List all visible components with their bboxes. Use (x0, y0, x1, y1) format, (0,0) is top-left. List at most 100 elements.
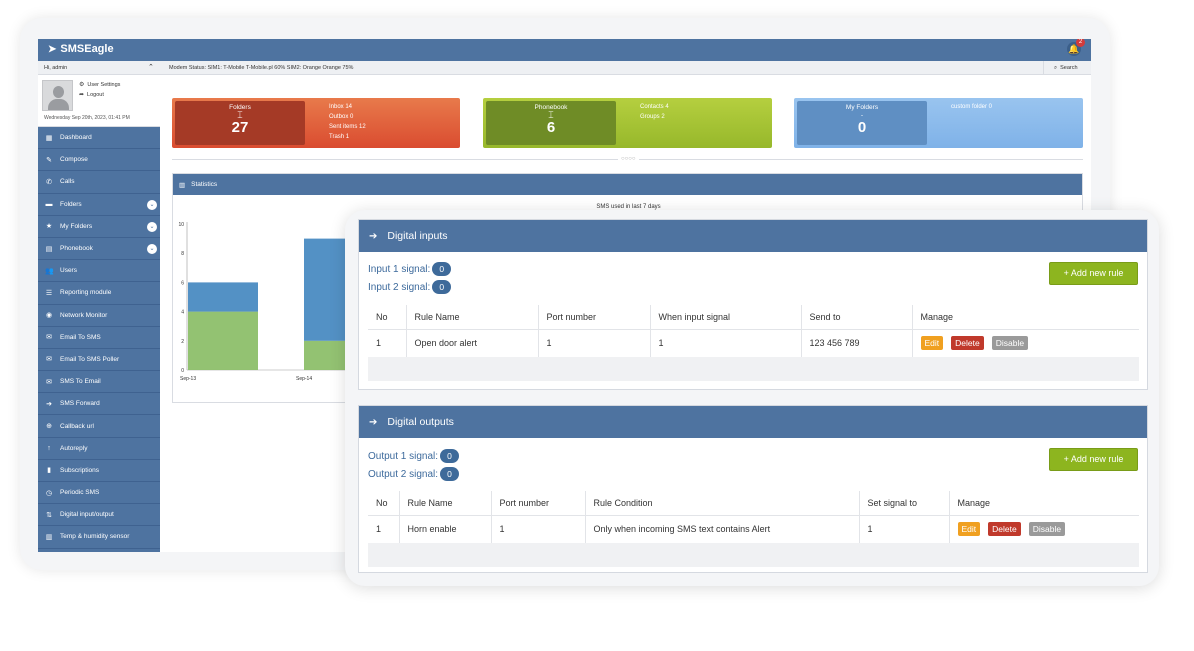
input-2-signal-label: Input 2 signal: (368, 281, 431, 293)
brand-logo[interactable]: ➤ SMSEagle (48, 43, 114, 55)
chevron-down-icon[interactable]: ⌄ (147, 221, 157, 232)
chevron-down-icon[interactable]: ⌄ (147, 243, 157, 254)
input-1-signal-value: 0 (432, 262, 452, 276)
rule-no: 1 (368, 515, 400, 543)
dashboard-icon: ▦ (45, 134, 53, 142)
sidebar-item-email-to-sms[interactable]: ✉ Email To SMS (38, 327, 160, 349)
sync-icon: ⇅ (46, 511, 52, 519)
phonebook-tile[interactable]: Phonebook ⌶ 6 Contacts 4 Groups 2 (483, 98, 772, 148)
manage-actions: Edit Delete Disable (949, 515, 1139, 543)
sidebar-item-label: Subscriptions (60, 466, 100, 474)
column-header: Port number (538, 305, 651, 330)
digital-outputs-header: ➔ Digital outputs (359, 406, 1147, 438)
sidebar-item-label: Users (60, 267, 77, 275)
sidebar-item-digital-io[interactable]: ⇅ Digital input/output (38, 504, 160, 527)
arrow-right-icon: ➔ (46, 400, 52, 408)
phonebook-tile-details: Contacts 4 Groups 2 (640, 102, 669, 122)
sidebar-item-network-monitor[interactable]: ◉ Network Monitor (38, 305, 160, 327)
when-input-signal: 1 (650, 329, 802, 357)
sidebar-item-my-folders[interactable]: ★ My Folders ⌄ (38, 216, 160, 238)
sidebar-item-phonebook[interactable]: ▤ Phonebook ⌄ (38, 238, 160, 261)
column-header: Rule Condition (585, 491, 860, 516)
notifications-button[interactable]: 🔔 2 (1067, 39, 1085, 56)
folders-tile-details: Inbox 14 Outbox 0 Sent items 12 Trash 1 (329, 102, 366, 142)
search-label: Search (1060, 65, 1078, 71)
output-2-signal-label: Output 2 signal: (368, 468, 439, 480)
status-bar: Hi, admin ⌃ Modem Status: SIM1: T-Mobile… (38, 61, 1091, 75)
digital-inputs-table: No Rule Name Port number When input sign… (368, 305, 1139, 381)
divider-handle[interactable]: ○○○○ (618, 156, 639, 162)
disable-button[interactable]: Disable (1028, 522, 1066, 537)
sidebar-item-dashboard[interactable]: ▦ Dashboard (38, 127, 160, 150)
delete-button[interactable]: Delete (988, 522, 1021, 537)
bookmark-icon: ▮ (47, 467, 51, 475)
avatar (42, 80, 73, 111)
sidebar-item-calls[interactable]: ✆ Calls (38, 171, 160, 194)
column-header: Send to (801, 305, 913, 330)
x-tick-label: Sep-13 (180, 376, 196, 382)
table-footer (368, 543, 1139, 567)
sidebar-item-periodic-sms[interactable]: ◷ Periodic SMS (38, 482, 160, 505)
chevron-down-icon[interactable]: ⌄ (147, 199, 157, 210)
disable-button[interactable]: Disable (991, 336, 1029, 351)
sidebar-item-label: Folders (60, 200, 82, 208)
column-header: When input signal (650, 305, 802, 330)
add-output-rule-button[interactable]: + Add new rule (1049, 448, 1138, 471)
statistics-header: ▥ Statistics (173, 174, 1082, 195)
trash-count: Trash 1 (329, 134, 350, 140)
sidebar-item-label: Dashboard (60, 134, 92, 142)
sidebar-item-folders[interactable]: ▬ Folders ⌄ (38, 194, 160, 216)
sidebar-item-sms-forward[interactable]: ➔ SMS Forward (38, 393, 160, 416)
my-folders-tile[interactable]: My Folders · 0 custom folder 0 (794, 98, 1083, 148)
add-input-rule-button[interactable]: + Add new rule (1049, 262, 1138, 285)
folders-count: 27 (231, 119, 249, 136)
table-header-row: No Rule Name Port number When input sign… (368, 305, 1139, 330)
table-footer (368, 357, 1139, 381)
digital-inputs-title: Digital inputs (387, 230, 448, 242)
groups-count: Groups 2 (640, 114, 665, 120)
folders-tile-summary: Folders ⌶ 27 (175, 101, 305, 145)
sidebar-item-users[interactable]: 👥 Users (38, 260, 160, 283)
input-2-signal: Input 2 signal: 0 (368, 280, 452, 294)
phonebook-count: 6 (546, 119, 556, 136)
sidebar-item-email-to-sms-poller[interactable]: ✉ Email To SMS Poller (38, 349, 160, 372)
delete-button[interactable]: Delete (951, 336, 984, 351)
sidebar-item-reporting[interactable]: ☰ Reporting module (38, 282, 160, 305)
sidebar-item-sms-to-email[interactable]: ✉ SMS To Email (38, 371, 160, 394)
sidebar-item-label: Email To SMS (60, 333, 101, 341)
output-1-signal-value: 0 (440, 449, 460, 463)
phone-icon: ✆ (46, 178, 52, 186)
sidebar-item-label: Periodic SMS (60, 489, 100, 497)
column-header: Port number (491, 491, 586, 516)
edit-button[interactable]: Edit (920, 336, 944, 351)
envelope-icon: ✉ (46, 334, 52, 342)
folders-tile[interactable]: Folders ⌶ 27 Inbox 14 Outbox 0 Sent item… (172, 98, 460, 148)
logout-link[interactable]: ➦ Logout (79, 91, 104, 99)
phonebook-tile-summary: Phonebook ⌶ 6 (486, 101, 616, 145)
port-number: 1 (491, 515, 586, 543)
user-settings-link[interactable]: ⚙ User Settings (79, 81, 120, 89)
inbox-count: Inbox 14 (329, 104, 353, 110)
column-header: Set signal to (859, 491, 950, 516)
sent-items-count: Sent items 12 (329, 124, 366, 130)
sidebar-item-label: SMS To Email (60, 378, 101, 386)
input-1-signal-label: Input 1 signal: (368, 263, 431, 275)
user-box: ⚙ User Settings ➦ Logout Wednesday Sep 2… (38, 75, 160, 127)
edit-button[interactable]: Edit (957, 522, 981, 537)
chevron-up-icon[interactable]: ⌃ (148, 63, 154, 71)
sidebar-item-autoreply[interactable]: ↑ Autoreply (38, 438, 160, 460)
sidebar-item-label: Temp & humidity sensor (60, 533, 130, 541)
table-row: 1 Open door alert 1 1 123 456 789 Edit De… (368, 329, 1139, 357)
screenshot-stage: ➤ SMSEagle 🔔 2 Hi, admin ⌃ Modem Status:… (0, 0, 1194, 651)
modem-status: Modem Status: SIM1: T-Mobile T-Mobile.pl… (169, 65, 354, 71)
sidebar-item-callback-url[interactable]: ⊕ Callback url (38, 415, 160, 438)
column-header: Manage (912, 305, 1139, 330)
search-button[interactable]: ⌕ Search (1043, 61, 1091, 75)
rule-condition: Only when incoming SMS text contains Ale… (585, 515, 860, 543)
y-tick-label: 4 (181, 310, 184, 316)
my-folders-tile-summary: My Folders · 0 (797, 101, 927, 145)
sidebar-item-temp-humidity[interactable]: ▥ Temp & humidity sensor (38, 526, 160, 549)
arrow-right-icon: ➔ (369, 416, 378, 428)
sidebar-item-compose[interactable]: ✎ Compose (38, 149, 160, 172)
sidebar-item-subscriptions[interactable]: ▮ Subscriptions (38, 460, 160, 482)
